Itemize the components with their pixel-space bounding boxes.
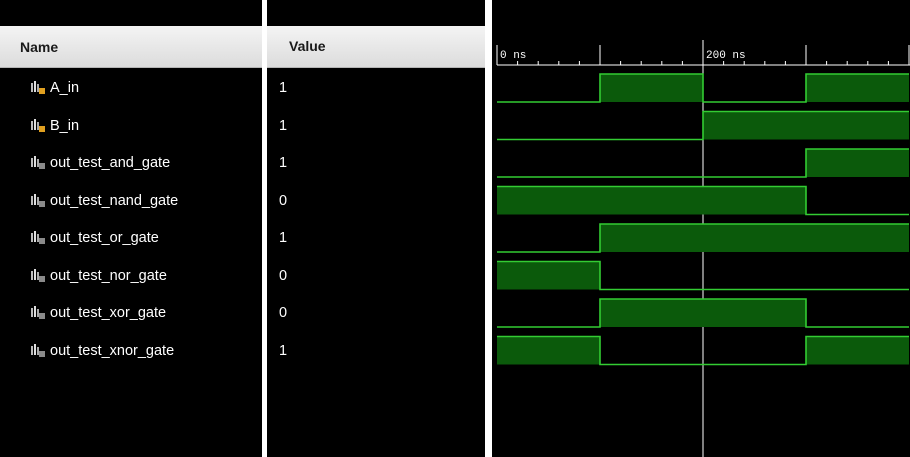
signal-name: A_in — [50, 80, 80, 96]
timeline-label: 200 ns — [706, 50, 746, 62]
signal-value: 0 — [279, 192, 288, 209]
signal-name: B_in — [50, 117, 80, 134]
input-port-icon — [30, 118, 46, 133]
signal-row[interactable]: out_test_xnor_gate — [0, 336, 262, 366]
signal-name: out_test_or_gate — [50, 230, 159, 246]
signal-value: 0 — [279, 305, 288, 321]
timeline-label: 0 ns — [500, 50, 526, 62]
output-port-icon — [30, 193, 46, 208]
waveform-high-fill — [497, 186, 806, 215]
output-port-icon — [30, 306, 46, 320]
waveform-high-fill — [806, 149, 909, 177]
output-port-icon — [30, 268, 46, 283]
waveform-high-fill — [600, 224, 909, 252]
signal-row[interactable]: out_test_nor_gate — [0, 261, 262, 291]
signal-value: 1 — [279, 155, 288, 171]
signal-value: 0 — [279, 267, 288, 284]
name-column-header[interactable]: Name — [0, 26, 262, 68]
signal-row[interactable]: out_test_nand_gate — [0, 186, 262, 216]
waveform-high-fill — [600, 74, 703, 102]
signal-name: out_test_nand_gate — [50, 192, 179, 209]
signal-row[interactable]: A_in — [0, 73, 262, 103]
signal-name: out_test_xnor_gate — [50, 342, 175, 359]
waveform-high-fill — [806, 74, 909, 102]
output-port-icon — [30, 156, 46, 170]
input-port-icon — [30, 81, 46, 95]
signal-row[interactable]: B_in — [0, 111, 262, 141]
waveform-high-fill — [703, 111, 909, 140]
signal-row[interactable]: out_test_and_gate — [0, 148, 262, 178]
output-port-icon — [30, 343, 46, 358]
waveform-panel[interactable]: 0 ns 200 ns — [492, 0, 910, 457]
value-column-header[interactable]: Value — [267, 26, 485, 68]
waveform-high-fill — [497, 261, 600, 290]
signal-name: out_test_and_gate — [50, 155, 171, 171]
signal-value: 1 — [279, 117, 288, 134]
signal-row[interactable]: out_test_or_gate — [0, 223, 262, 253]
waveform-high-fill — [600, 299, 806, 327]
signal-name: out_test_xor_gate — [50, 305, 167, 321]
signal-value: 1 — [279, 342, 288, 359]
waveform-high-fill — [497, 336, 600, 365]
signal-name: out_test_nor_gate — [50, 267, 167, 284]
waveform-high-fill — [806, 336, 909, 365]
signal-value: 1 — [279, 230, 288, 246]
signal-row[interactable]: out_test_xor_gate — [0, 298, 262, 328]
signal-value: 1 — [279, 80, 288, 96]
waveform-canvas[interactable]: 0 ns 200 ns — [492, 0, 910, 457]
panel-splitter-right[interactable] — [485, 0, 492, 457]
output-port-icon — [30, 231, 46, 245]
